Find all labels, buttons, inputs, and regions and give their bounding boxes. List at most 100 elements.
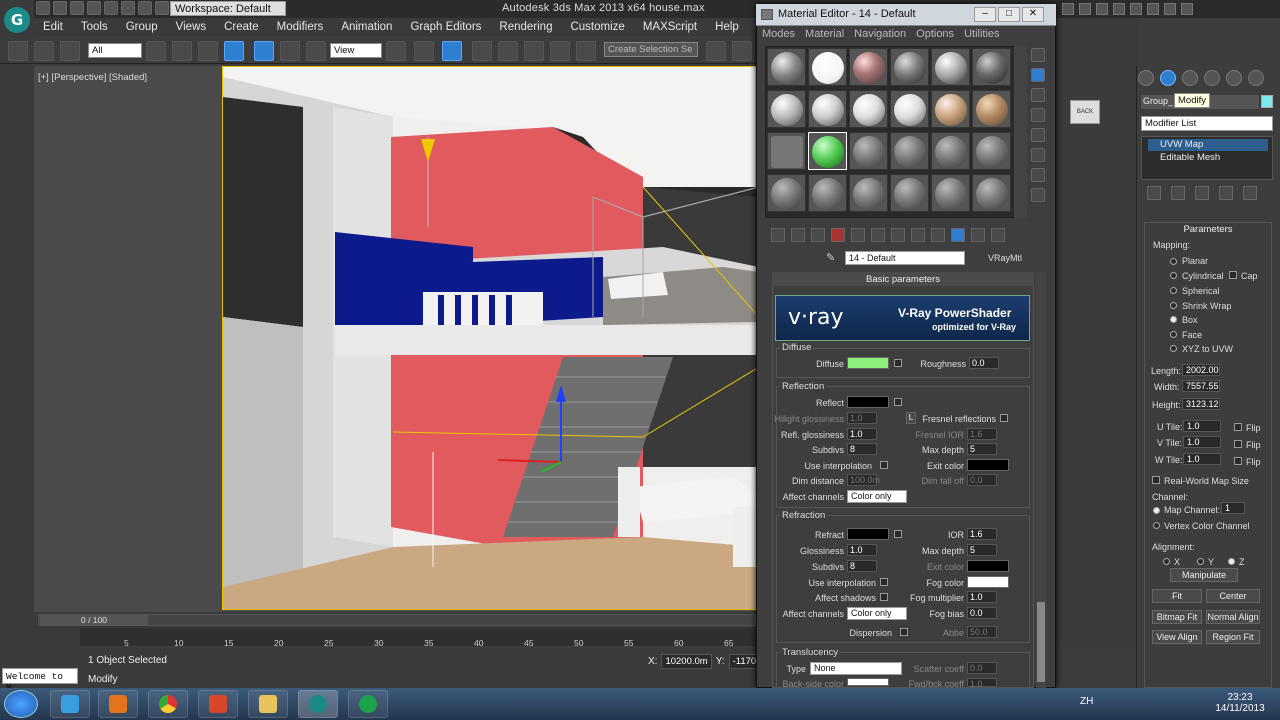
menu-views[interactable]: Views [167,21,215,33]
pin-stack-icon[interactable] [1147,186,1161,200]
radio-vertex-channel[interactable] [1153,522,1160,529]
dim-distance-spinner[interactable]: 100.0m [847,474,880,486]
refl-interp-checkbox[interactable] [880,461,888,469]
sample-slot[interactable] [890,132,929,170]
named-selection-sets-field[interactable]: Create Selection Se [604,42,698,57]
undo-dropdown-icon[interactable] [104,1,118,15]
refl-affect-channels-dropdown[interactable]: Color only [847,490,907,503]
parameters-title[interactable]: Parameters [1144,224,1272,235]
menu-modifiers[interactable]: Modifiers [268,21,333,33]
material-type-button[interactable]: VRayMtl [988,253,1022,263]
center-button[interactable]: Center [1206,589,1260,603]
width-spinner[interactable]: 7557.55 [1182,380,1220,392]
fwd-bck-coeff-spinner[interactable]: 1.0 [967,678,997,689]
menu-maxscript[interactable]: MAXScript [634,21,706,33]
me-menu-navigation[interactable]: Navigation [849,26,911,43]
refl-subdivs-spinner[interactable]: 8 [847,443,877,455]
snaps-toggle-icon[interactable] [472,41,492,61]
make-preview-icon[interactable] [1031,148,1045,162]
refr-max-depth-spinner[interactable]: 5 [967,544,997,556]
radio-cylindrical[interactable] [1170,272,1177,279]
restore-icon[interactable] [1164,3,1176,15]
unlink-icon[interactable] [34,41,54,61]
ior-spinner[interactable]: 1.6 [967,528,997,540]
abbe-spinner[interactable]: 50.0 [967,626,997,638]
sample-slot[interactable] [890,48,929,86]
sample-slot[interactable] [972,48,1011,86]
menu-tools[interactable]: Tools [72,21,117,33]
modifier-list-dropdown[interactable]: Modifier List [1141,116,1273,131]
link-icon[interactable] [8,41,28,61]
sample-slot[interactable] [890,90,929,128]
normal-align-button[interactable]: Normal Align [1206,610,1260,624]
sample-slot-active[interactable] [808,132,847,170]
close-icon[interactable] [1181,3,1193,15]
project-folder-icon[interactable] [155,1,169,15]
modify-tab-icon[interactable] [1160,70,1176,86]
map-channel-spinner[interactable]: 1 [1221,502,1245,514]
select-object-icon[interactable] [146,41,166,61]
select-by-name-icon[interactable] [172,41,192,61]
vtile-spinner[interactable]: 1.0 [1183,436,1221,448]
align-icon[interactable] [732,41,752,61]
sample-slot[interactable] [972,132,1011,170]
radio-align-y[interactable] [1197,558,1204,565]
me-maximize-icon[interactable]: □ [998,7,1020,22]
workspace-dropdown[interactable]: Workspace: Default [170,1,286,16]
diffuse-map-button[interactable] [894,359,902,367]
sample-slot[interactable] [767,90,806,128]
refr-interp-checkbox[interactable] [880,578,888,586]
motion-tab-icon[interactable] [1204,70,1220,86]
create-tab-icon[interactable] [1138,70,1154,86]
select-move-icon[interactable] [254,41,274,61]
sample-slots-scrollbar[interactable] [1014,46,1027,218]
basic-parameters-rollout[interactable]: Basic parameters [772,272,1034,286]
stack-item-editable-mesh[interactable]: Editable Mesh [1148,152,1268,164]
maxscript-listener-mini[interactable]: Welcome to M [2,668,78,693]
menu-graph-editors[interactable]: Graph Editors [401,21,490,33]
refract-color-swatch[interactable] [847,528,889,540]
spinner-snap-icon[interactable] [550,41,570,61]
make-unique-material-icon[interactable] [871,228,885,242]
fog-bias-spinner[interactable]: 0.0 [967,607,997,619]
new-file-icon[interactable] [36,1,50,15]
reset-map-icon[interactable] [831,228,845,242]
sample-slot[interactable] [972,174,1011,212]
put-to-scene-icon[interactable] [791,228,805,242]
language-indicator[interactable]: ZH [1080,696,1093,707]
me-minimize-icon[interactable]: – [974,7,996,22]
sample-slot[interactable] [808,174,847,212]
cap-checkbox[interactable] [1229,271,1237,279]
selection-filter-dropdown[interactable]: All [88,43,142,58]
sample-slot[interactable] [767,174,806,212]
fresnel-checkbox[interactable] [1000,414,1008,422]
configure-modifier-sets-icon[interactable] [1243,186,1257,200]
refr-exit-color-swatch[interactable] [967,560,1009,572]
sample-slot[interactable] [931,90,970,128]
search-icon[interactable] [1062,3,1074,15]
video-color-check-icon[interactable] [1031,128,1045,142]
assign-to-selection-icon[interactable] [811,228,825,242]
radio-shrink-wrap[interactable] [1170,302,1177,309]
sample-slot[interactable] [890,174,929,212]
fresnel-ior-spinner[interactable]: 1.6 [967,428,997,440]
fit-button[interactable]: Fit [1152,589,1202,603]
radio-xyz-to-uvw[interactable] [1170,345,1177,352]
select-by-material-icon[interactable] [1031,188,1045,202]
taskbar-chrome[interactable] [148,690,188,718]
wflip-checkbox[interactable] [1234,457,1242,465]
menu-group[interactable]: Group [117,21,167,33]
select-scale-icon[interactable] [306,41,326,61]
reference-coordinate-dropdown[interactable]: View [330,43,382,58]
sample-uv-tiling-icon[interactable] [1031,108,1045,122]
minimize-icon[interactable] [1147,3,1159,15]
select-manipulate-icon[interactable] [414,41,434,61]
object-color-swatch[interactable] [1261,95,1273,108]
fog-multiplier-spinner[interactable]: 1.0 [967,591,997,603]
percent-snap-icon[interactable] [524,41,544,61]
radio-align-z[interactable] [1228,558,1235,565]
radio-box[interactable] [1170,316,1177,323]
redo-icon[interactable] [121,1,135,15]
refr-affect-channels-dropdown[interactable]: Color only [847,607,907,620]
menu-help[interactable]: Help [706,21,748,33]
